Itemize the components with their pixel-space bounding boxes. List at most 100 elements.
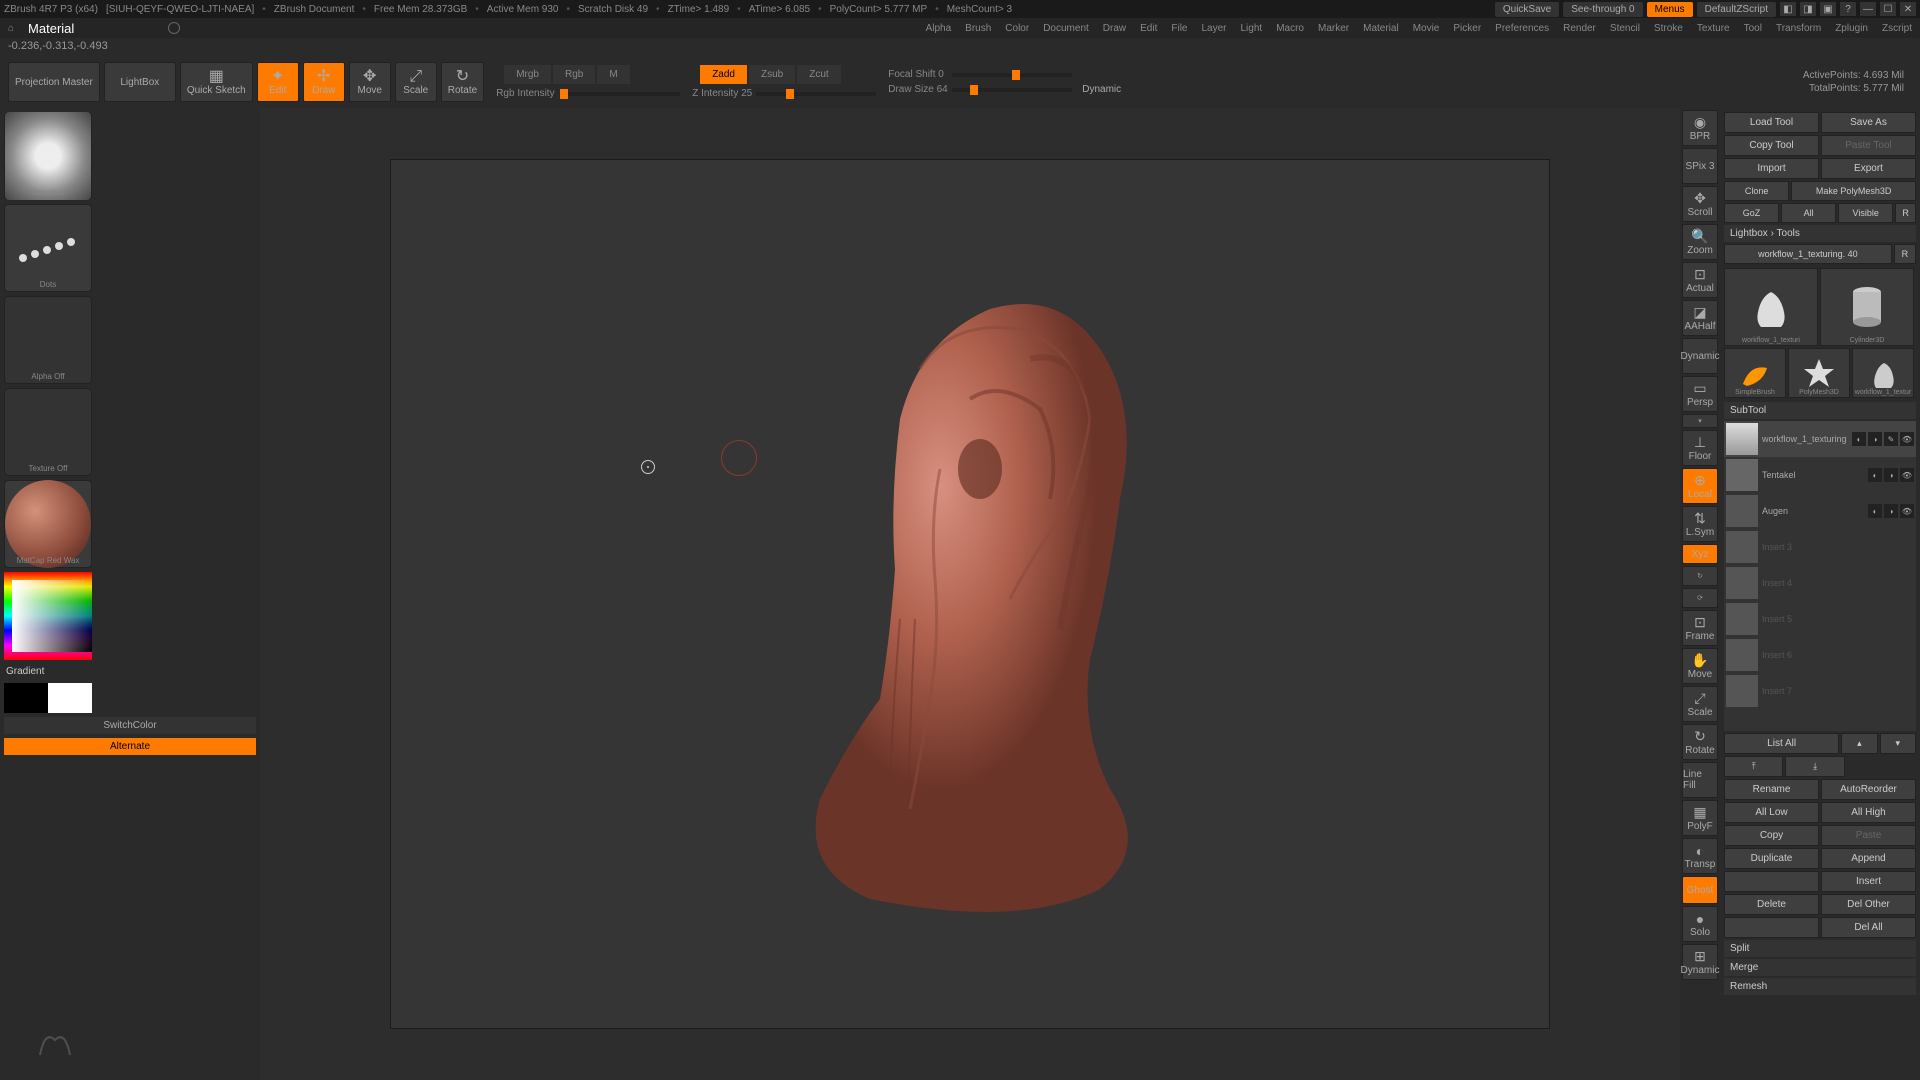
viewport[interactable]: [390, 159, 1550, 1029]
paint-icon[interactable]: ◐: [1852, 432, 1866, 446]
quicksave-button[interactable]: QuickSave: [1495, 2, 1559, 17]
xyz-button[interactable]: Xyz: [1682, 544, 1718, 564]
dynamic-label[interactable]: Dynamic: [1082, 84, 1121, 95]
menu-light[interactable]: Light: [1241, 23, 1263, 34]
y-axis-button[interactable]: ↻: [1682, 566, 1718, 586]
window-icon[interactable]: ◨: [1800, 2, 1816, 16]
rename-button[interactable]: Rename: [1724, 779, 1819, 800]
menu-stencil[interactable]: Stencil: [1610, 23, 1640, 34]
del-other-button[interactable]: Del Other: [1821, 894, 1916, 915]
subtool-item[interactable]: Insert 4: [1724, 565, 1916, 601]
stroke-thumbnail[interactable]: Dots: [4, 204, 92, 292]
all-low-button[interactable]: All Low: [1724, 802, 1819, 823]
rgb-button[interactable]: Rgb: [553, 65, 595, 84]
make-polymesh-button[interactable]: Make PolyMesh3D: [1791, 181, 1916, 201]
linefill-button[interactable]: Line Fill: [1682, 762, 1718, 798]
close-icon[interactable]: ✕: [1900, 2, 1916, 16]
insert-button[interactable]: Insert: [1821, 871, 1916, 892]
menu-edit[interactable]: Edit: [1140, 23, 1157, 34]
menu-transform[interactable]: Transform: [1776, 23, 1821, 34]
scale-button[interactable]: ⤢Scale: [395, 62, 437, 102]
alpha-thumbnail[interactable]: Alpha Off: [4, 296, 92, 384]
minimize-icon[interactable]: —: [1860, 2, 1876, 16]
help-icon[interactable]: ?: [1840, 2, 1856, 16]
menu-brush[interactable]: Brush: [965, 23, 991, 34]
solo-button[interactable]: ●Solo: [1682, 906, 1718, 942]
paint-icon[interactable]: ◑: [1884, 468, 1898, 482]
subtool-item[interactable]: Insert 3: [1724, 529, 1916, 565]
eye-icon[interactable]: 👁: [1900, 504, 1914, 518]
subtool-item[interactable]: Augen ◐◑👁: [1724, 493, 1916, 529]
menu-texture[interactable]: Texture: [1697, 23, 1730, 34]
zcut-button[interactable]: Zcut: [797, 65, 840, 84]
copy-subtool-button[interactable]: Copy: [1724, 825, 1819, 846]
alternate-button[interactable]: Alternate: [4, 738, 256, 755]
goz-all-button[interactable]: All: [1781, 203, 1836, 223]
paint-icon[interactable]: ◐: [1868, 504, 1882, 518]
tool-thumbnail[interactable]: PolyMesh3D: [1788, 348, 1850, 398]
split-section[interactable]: Split: [1724, 940, 1916, 957]
menus-button[interactable]: Menus: [1647, 2, 1693, 17]
zsub-button[interactable]: Zsub: [749, 65, 795, 84]
eye-icon[interactable]: 👁: [1900, 432, 1914, 446]
focal-shift-slider[interactable]: [952, 73, 1072, 77]
menu-picker[interactable]: Picker: [1453, 23, 1481, 34]
paint-icon[interactable]: ◑: [1884, 504, 1898, 518]
quick-sketch-button[interactable]: ▦Quick Sketch: [180, 62, 253, 102]
paint-icon[interactable]: ◑: [1868, 432, 1882, 446]
save-as-button[interactable]: Save As: [1821, 112, 1916, 133]
draw-button[interactable]: ✢Draw: [303, 62, 345, 102]
floor-button[interactable]: ⊥Floor: [1682, 430, 1718, 466]
menu-document[interactable]: Document: [1043, 23, 1089, 34]
material-thumbnail[interactable]: MatCap Red Wax: [4, 480, 92, 568]
transp-button[interactable]: ◐Transp: [1682, 838, 1718, 874]
del-all-button[interactable]: Del All: [1821, 917, 1916, 938]
window-icon[interactable]: ◧: [1780, 2, 1796, 16]
local-button[interactable]: ⊕Local: [1682, 468, 1718, 504]
menu-movie[interactable]: Movie: [1413, 23, 1440, 34]
rotate-button[interactable]: ↻Rotate: [441, 62, 484, 102]
gradient-button[interactable]: Gradient: [4, 664, 256, 679]
subtool-item[interactable]: Tentakel ◐◑👁: [1724, 457, 1916, 493]
project-name[interactable]: workflow_1_texturing. 40: [1724, 244, 1892, 264]
delete-button[interactable]: Delete: [1724, 894, 1819, 915]
bpr-button[interactable]: ◉BPR: [1682, 110, 1718, 146]
menu-preferences[interactable]: Preferences: [1495, 23, 1549, 34]
paste-tool-button[interactable]: Paste Tool: [1821, 135, 1916, 156]
menu-layer[interactable]: Layer: [1201, 23, 1226, 34]
polyf-button[interactable]: ▦PolyF: [1682, 800, 1718, 836]
home-icon[interactable]: ⌂: [8, 23, 14, 34]
import-button[interactable]: Import: [1724, 158, 1819, 179]
edit-button[interactable]: ✦Edit: [257, 62, 299, 102]
maximize-icon[interactable]: ☐: [1880, 2, 1896, 16]
zadd-button[interactable]: Zadd: [700, 65, 747, 84]
tool-thumbnail[interactable]: Cylinder3D: [1820, 268, 1914, 346]
menu-macro[interactable]: Macro: [1276, 23, 1304, 34]
tool-thumbnail[interactable]: workflow_1_texturi: [1724, 268, 1818, 346]
goz-r-button[interactable]: R: [1895, 203, 1916, 223]
paint-icon[interactable]: ◐: [1868, 468, 1882, 482]
all-high-button[interactable]: All High: [1821, 802, 1916, 823]
duplicate-button[interactable]: Duplicate: [1724, 848, 1819, 869]
move-button[interactable]: ✥Move: [349, 62, 391, 102]
subtool-item[interactable]: Insert 7: [1724, 673, 1916, 709]
move-down-icon[interactable]: ⤓: [1785, 756, 1844, 777]
dynamic-button[interactable]: Dynamic: [1682, 338, 1718, 374]
subtool-header[interactable]: SubTool: [1724, 402, 1916, 419]
menu-draw[interactable]: Draw: [1103, 23, 1126, 34]
up-arrow-icon[interactable]: ▴: [1841, 733, 1877, 754]
menu-zscript[interactable]: Zscript: [1882, 23, 1912, 34]
scale-view-button[interactable]: ⤢Scale: [1682, 686, 1718, 722]
load-tool-button[interactable]: Load Tool: [1724, 112, 1819, 133]
dynamic2-button[interactable]: ⊞Dynamic: [1682, 944, 1718, 980]
menu-tool[interactable]: Tool: [1744, 23, 1762, 34]
scroll-button[interactable]: ✥Scroll: [1682, 186, 1718, 222]
m-button[interactable]: M: [597, 65, 629, 84]
lightbox-tools-header[interactable]: Lightbox › Tools: [1724, 225, 1916, 242]
merge-section[interactable]: Merge: [1724, 959, 1916, 976]
move-view-button[interactable]: ✋Move: [1682, 648, 1718, 684]
remesh-section[interactable]: Remesh: [1724, 978, 1916, 995]
menu-stroke[interactable]: Stroke: [1654, 23, 1683, 34]
subtool-item[interactable]: workflow_1_texturing ◐◑✎👁: [1724, 421, 1916, 457]
tool-thumbnail[interactable]: workflow_1_textur: [1852, 348, 1914, 398]
